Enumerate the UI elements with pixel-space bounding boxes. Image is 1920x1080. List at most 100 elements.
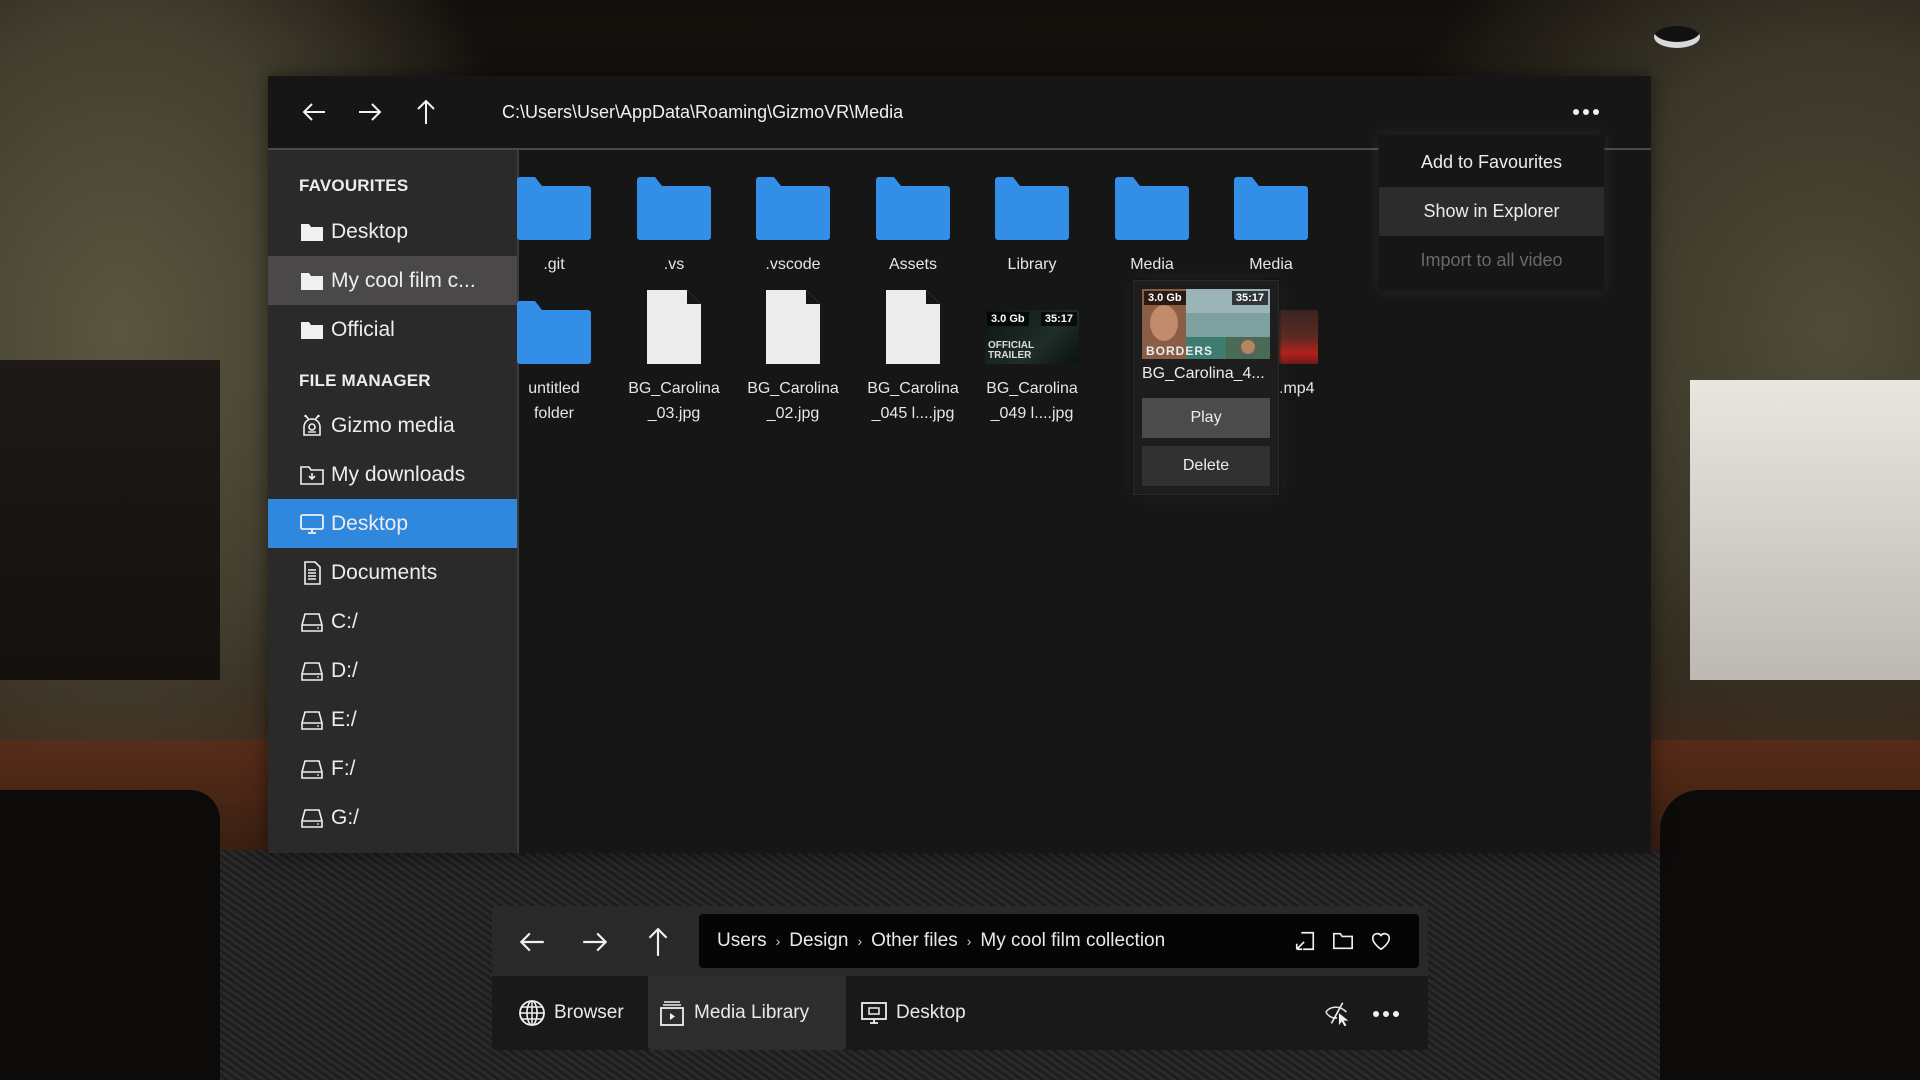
folder-icon xyxy=(1216,164,1326,240)
sidebar-item-label: Desktop xyxy=(331,219,409,243)
folder-item[interactable]: Media xyxy=(1097,164,1207,277)
play-button[interactable]: Play xyxy=(1142,398,1270,438)
file-item[interactable]: BG_Carolina _045 l....jpg xyxy=(858,288,968,426)
breadcrumb-item[interactable]: My cool film collection xyxy=(980,930,1165,952)
tab-label: Desktop xyxy=(896,1002,966,1023)
current-path[interactable]: C:\Users\User\AppData\Roaming\GizmoVR\Me… xyxy=(502,102,903,123)
sidebar-item-label: Desktop xyxy=(331,511,409,535)
scene-sofa-right xyxy=(1660,790,1920,1080)
folder-item[interactable]: .vs xyxy=(619,164,729,277)
sidebar-item-label: F:/ xyxy=(331,756,356,780)
sidebar-item-desktop[interactable]: Desktop xyxy=(268,499,517,548)
file-icon xyxy=(858,288,968,364)
sidebar-item-fav-desktop[interactable]: Desktop xyxy=(268,207,517,256)
sidebar-item-label: My cool film c... xyxy=(331,268,476,292)
hide-pointer-icon xyxy=(1325,1002,1349,1027)
scene-ceiling-lamp xyxy=(1654,26,1700,48)
file-item[interactable]: BG_Carolina _02.jpg xyxy=(738,288,848,426)
breadcrumb-item[interactable]: Other files xyxy=(871,930,958,952)
arrow-right-icon xyxy=(359,103,382,121)
more-options-menu: Add to Favourites Show in Explorer Impor… xyxy=(1379,135,1604,290)
drive-icon xyxy=(299,806,325,830)
tab-desktop[interactable]: Desktop xyxy=(860,976,990,1050)
toolbar-up-button[interactable] xyxy=(638,924,678,960)
file-item[interactable]: BG_Carolina _03.jpg xyxy=(619,288,729,426)
bottom-toolbar: Users › Design › Other files › My cool f… xyxy=(492,906,1428,1050)
breadcrumb-item[interactable]: Users xyxy=(717,930,767,952)
up-button[interactable] xyxy=(406,94,446,130)
open-folder-button[interactable] xyxy=(1329,928,1357,954)
breadcrumb-separator: › xyxy=(775,933,781,949)
folder-icon xyxy=(977,164,1087,240)
item-label: Assets xyxy=(888,256,937,273)
forward-button[interactable] xyxy=(350,94,390,130)
video-thumbnail[interactable]: 3.0 Gb 35:17 BORDERS xyxy=(1142,289,1270,359)
sidebar-item-my-downloads[interactable]: My downloads xyxy=(268,450,517,499)
more-options-button[interactable] xyxy=(1568,98,1604,126)
sidebar-item-label: E:/ xyxy=(331,707,357,731)
more-horizontal-icon xyxy=(1373,1011,1399,1017)
folder-icon xyxy=(299,318,325,342)
breadcrumb-item[interactable]: Design xyxy=(789,930,848,952)
delete-button[interactable]: Delete xyxy=(1142,446,1270,486)
thumbnail-caption: BORDERS xyxy=(1146,344,1214,358)
monitor-icon xyxy=(299,512,325,536)
sidebar-item-my-cool-film-collection[interactable]: My cool film c... xyxy=(268,256,517,305)
item-label: .git xyxy=(543,256,565,273)
item-label: BG_Carolina _03.jpg xyxy=(628,380,720,422)
folder-item[interactable]: .vscode xyxy=(738,164,848,277)
sidebar-item-label: Gizmo media xyxy=(331,413,455,437)
drive-icon xyxy=(299,610,325,634)
menu-item-import-to-all-video[interactable]: Import to all video xyxy=(1379,236,1604,285)
item-label: BG_Carolina _02.jpg xyxy=(747,380,839,422)
resize-icon xyxy=(1295,931,1315,951)
folder-item[interactable]: Assets xyxy=(858,164,968,277)
sidebar-item-official[interactable]: Official xyxy=(268,305,517,354)
arrow-left-icon xyxy=(302,103,325,121)
sidebar-item-label: My downloads xyxy=(331,462,466,486)
favourites-heading: FAVOURITES xyxy=(299,176,409,195)
menu-item-show-in-explorer[interactable]: Show in Explorer xyxy=(1379,187,1604,236)
menu-item-add-to-favourites[interactable]: Add to Favourites xyxy=(1379,138,1604,187)
file-icon xyxy=(738,288,848,364)
video-thumbnail-image: 3.0 Gb 35:17 OFFICIAL TRAILER xyxy=(985,310,1079,364)
sidebar-item-drive-e[interactable]: E:/ xyxy=(268,695,517,744)
toolbar-forward-button[interactable] xyxy=(575,924,615,960)
video-item[interactable]: 3.0 Gb 35:17 OFFICIAL TRAILER BG_Carolina _0… xyxy=(977,288,1087,426)
item-label: Media xyxy=(1130,256,1174,273)
desktop-monitor-icon xyxy=(861,1002,887,1024)
folder-item[interactable]: Media xyxy=(1216,164,1326,277)
favourite-button[interactable] xyxy=(1367,928,1395,954)
file-manager-window: C:\Users\User\AppData\Roaming\GizmoVR\Me… xyxy=(268,76,1651,853)
sidebar-item-documents[interactable]: Documents xyxy=(268,548,517,597)
duration-badge: 35:17 xyxy=(1040,312,1077,326)
folder-item[interactable]: Library xyxy=(977,164,1087,277)
folder-icon xyxy=(499,164,609,240)
sidebar-item-drive-c[interactable]: C:/ xyxy=(268,597,517,646)
item-label: Library xyxy=(1007,256,1057,273)
heart-icon xyxy=(1371,932,1391,951)
sidebar-item-drive-f[interactable]: F:/ xyxy=(268,744,517,793)
thumbnail-caption: OFFICIAL TRAILER xyxy=(988,340,1034,361)
folder-icon xyxy=(1333,932,1353,950)
scene-cabinet xyxy=(1690,380,1920,680)
toolbar-more-button[interactable] xyxy=(1368,998,1404,1030)
tab-browser[interactable]: Browser xyxy=(518,976,648,1050)
item-label: .vs xyxy=(663,256,685,273)
breadcrumb-separator: › xyxy=(857,933,863,949)
folder-item[interactable]: .git xyxy=(499,164,609,277)
tab-media-library[interactable]: Media Library xyxy=(648,976,846,1050)
sidebar-item-drive-d[interactable]: D:/ xyxy=(268,646,517,695)
folder-item[interactable]: untitled folder xyxy=(499,288,609,426)
download-folder-icon xyxy=(299,463,325,487)
hide-pointer-button[interactable] xyxy=(1320,998,1356,1030)
sidebar-item-drive-g[interactable]: G:/ xyxy=(268,793,517,842)
item-label: Media xyxy=(1249,256,1293,273)
item-name: BG_Carolina_4... xyxy=(1142,365,1265,382)
folder-icon xyxy=(619,164,729,240)
toolbar-back-button[interactable] xyxy=(512,924,552,960)
sidebar-item-gizmo-media[interactable]: Gizmo media xyxy=(268,401,517,450)
sidebar-item-label: Documents xyxy=(331,560,438,584)
back-button[interactable] xyxy=(294,94,334,130)
resize-button[interactable] xyxy=(1291,928,1319,954)
